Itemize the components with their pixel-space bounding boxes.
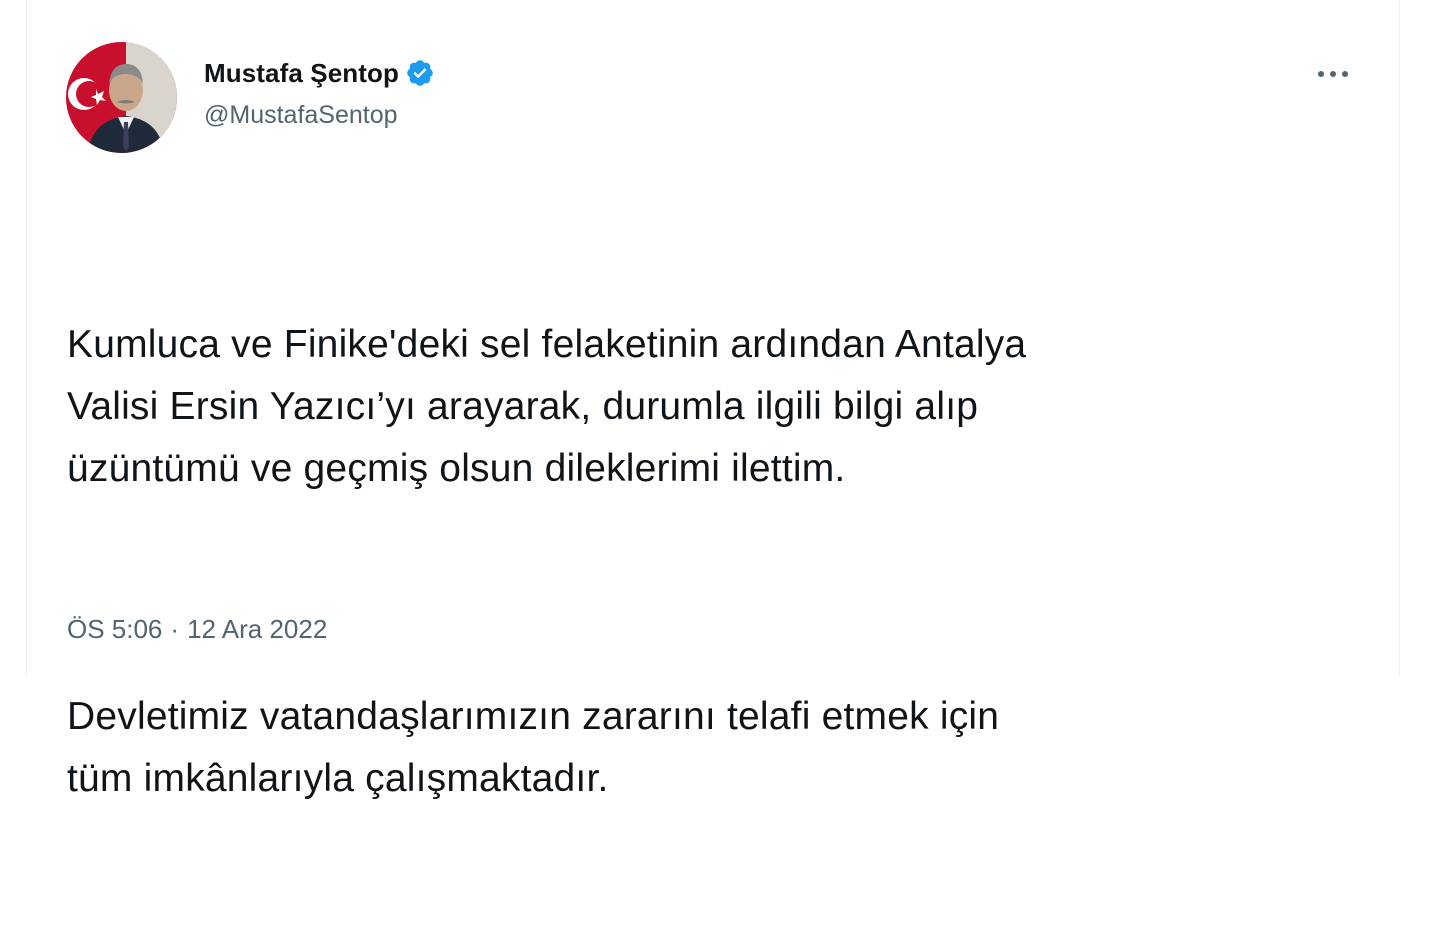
author-name-row: Mustafa Şentop xyxy=(204,55,435,91)
avatar[interactable] xyxy=(66,42,177,153)
tweet-timestamp: ÖS 5:06 · 12 Ara 2022 xyxy=(67,614,327,645)
verified-badge-icon xyxy=(405,58,435,88)
more-horizontal-icon xyxy=(1318,71,1348,77)
more-options-button[interactable] xyxy=(1313,60,1353,88)
timestamp-separator: · xyxy=(170,614,180,644)
tweet-text: Kumluca ve Finike'deki sel felaketinin a… xyxy=(67,190,1367,934)
tweet-header: Mustafa Şentop @MustafaSentop xyxy=(27,0,1399,170)
author-block: Mustafa Şentop @MustafaSentop xyxy=(204,55,435,130)
avatar-image xyxy=(66,42,177,153)
tweet-time-link[interactable]: ÖS 5:06 xyxy=(67,614,162,645)
tweet-paragraph: Devletimiz vatandaşlarımızın zararını te… xyxy=(67,695,1000,800)
tweet-date-link[interactable]: 12 Ara 2022 xyxy=(187,614,327,645)
author-display-name[interactable]: Mustafa Şentop xyxy=(204,58,399,89)
tweet-card: Mustafa Şentop @MustafaSentop Kumluca ve… xyxy=(26,0,1400,800)
tweet-paragraph: Kumluca ve Finike'deki sel felaketinin a… xyxy=(67,323,1027,490)
author-handle[interactable]: @MustafaSentop xyxy=(204,101,435,130)
